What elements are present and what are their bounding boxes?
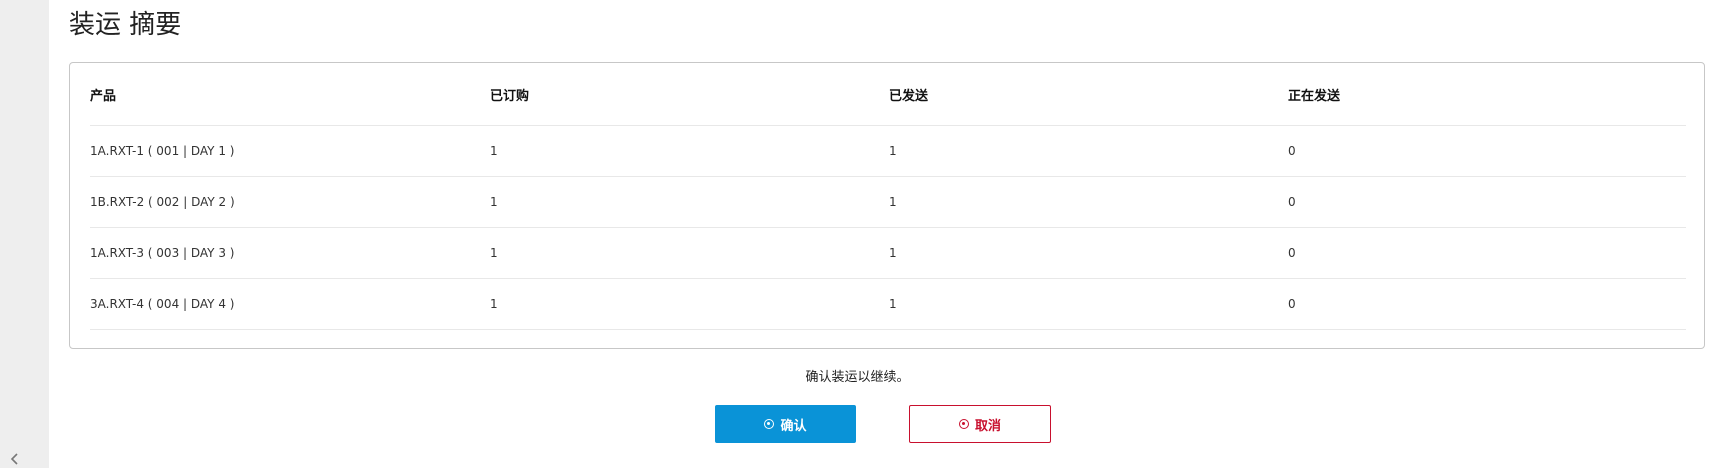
cancel-button-label: 取消 — [974, 418, 1001, 434]
column-header-shipped: 已发送 — [889, 63, 1288, 126]
confirm-button-label: 确认 — [780, 418, 807, 434]
cell-shipping: 0 — [1288, 125, 1686, 177]
confirm-instruction: 确认装运以继续。 — [805, 370, 910, 385]
table-header-row: 产品 已订购 已发送 正在发送 — [90, 63, 1686, 126]
column-header-shipping: 正在发送 — [1288, 63, 1686, 126]
cell-ordered: 1 — [490, 125, 889, 177]
page-title: 装运 摘要 — [69, 10, 182, 40]
cell-product: 1B.RXT-2 ( 002 | DAY 2 ) — [90, 176, 490, 228]
cell-shipping: 0 — [1288, 227, 1686, 279]
cell-shipped: 1 — [889, 227, 1288, 279]
column-header-ordered: 已订购 — [490, 63, 889, 126]
cell-shipped: 1 — [889, 125, 1288, 177]
cell-shipped: 1 — [889, 176, 1288, 228]
cell-ordered: 1 — [490, 176, 889, 228]
cancel-button[interactable]: 取消 — [909, 405, 1051, 443]
table-row: 1B.RXT-2 ( 002 | DAY 2 ) 1 1 0 — [90, 176, 1686, 228]
cell-shipping: 0 — [1288, 278, 1686, 330]
cell-product: 3A.RXT-4 ( 004 | DAY 4 ) — [90, 278, 490, 330]
table-row: 1A.RXT-1 ( 001 | DAY 1 ) 1 1 0 — [90, 125, 1686, 177]
cell-shipped: 1 — [889, 278, 1288, 330]
cell-product: 1A.RXT-1 ( 001 | DAY 1 ) — [90, 125, 490, 177]
circle-arrow-icon — [764, 419, 775, 429]
circle-arrow-icon — [958, 419, 969, 429]
cell-shipping: 0 — [1288, 176, 1686, 228]
cell-product: 1A.RXT-3 ( 003 | DAY 3 ) — [90, 227, 490, 279]
cell-ordered: 1 — [490, 227, 889, 279]
chevron-left-icon[interactable] — [8, 452, 22, 466]
cell-ordered: 1 — [490, 278, 889, 330]
shipment-summary-card: 产品 已订购 已发送 正在发送 1A.RXT-1 ( 001 | DAY 1 )… — [69, 62, 1705, 349]
confirm-button[interactable]: 确认 — [715, 405, 856, 443]
shipment-summary-table: 产品 已订购 已发送 正在发送 1A.RXT-1 ( 001 | DAY 1 )… — [90, 63, 1686, 330]
column-header-product: 产品 — [90, 63, 490, 126]
sidebar-strip — [0, 0, 49, 468]
table-row: 3A.RXT-4 ( 004 | DAY 4 ) 1 1 0 — [90, 278, 1686, 330]
table-row: 1A.RXT-3 ( 003 | DAY 3 ) 1 1 0 — [90, 227, 1686, 279]
